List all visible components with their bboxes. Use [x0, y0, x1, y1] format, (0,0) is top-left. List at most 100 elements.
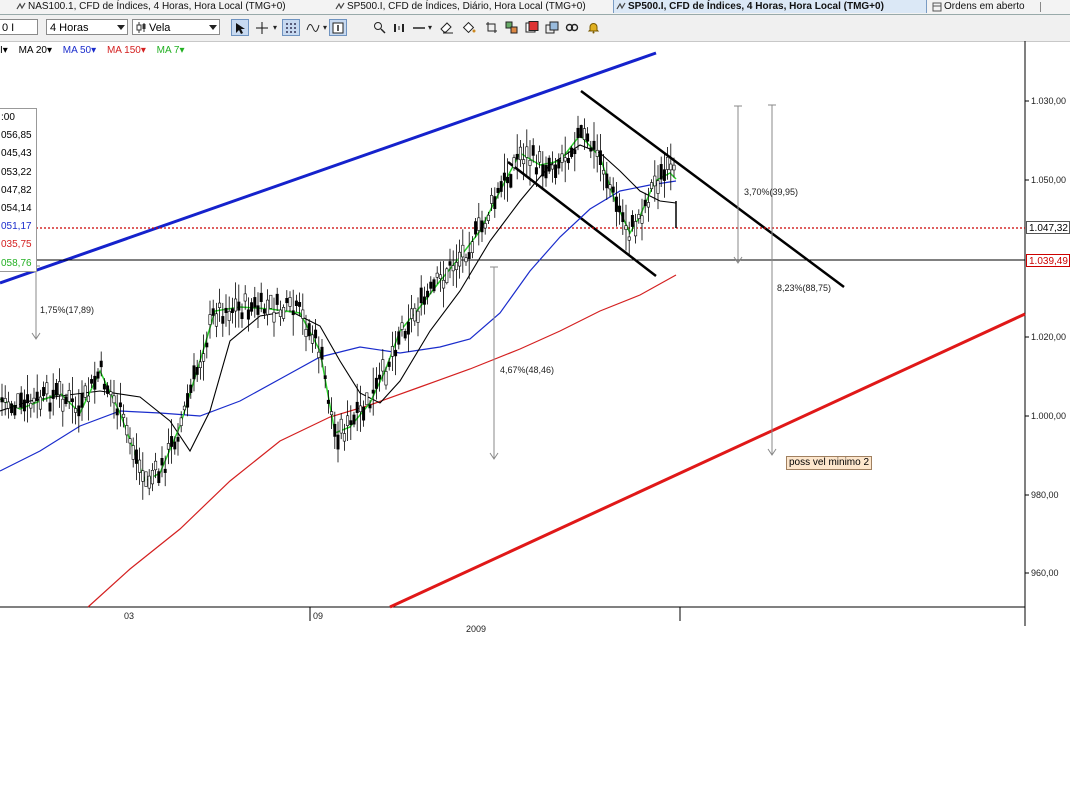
candle-body [29, 402, 33, 409]
zoom-in-button[interactable] [370, 19, 388, 36]
candle-body [198, 361, 202, 368]
data-window-row: 053,22 [1, 166, 32, 178]
pointer-tool-button[interactable] [231, 19, 249, 36]
shapes-icon [505, 21, 518, 34]
candle-body [291, 310, 295, 316]
candle-body [397, 331, 401, 345]
candle-body [310, 334, 314, 344]
candle-body [326, 399, 330, 404]
current-price-tag: 1.047,32 [1026, 221, 1070, 234]
tab-sp500-daily[interactable]: SP500.I, CFD de Índices, Diário, Hora Lo… [333, 0, 597, 13]
orders-icon [932, 2, 942, 12]
candle-body [195, 367, 199, 375]
bars-icon [393, 24, 404, 32]
symbol-select[interactable]: 0 I [0, 19, 38, 35]
candle-body [544, 165, 548, 179]
crop-tool-button[interactable] [482, 19, 500, 36]
crosshair-dropdown[interactable]: ▾ [270, 19, 280, 36]
candle-body [435, 272, 439, 278]
candle-body [93, 375, 97, 390]
objects-tool-button[interactable] [503, 19, 521, 36]
candle-body [298, 302, 302, 307]
candle-body [365, 392, 369, 406]
candle-body [502, 172, 506, 181]
candle-body [138, 459, 142, 473]
candle-body [483, 223, 487, 229]
candle-body [141, 470, 145, 482]
text-note[interactable]: poss vel minimo 2 [786, 456, 873, 470]
candle-body [186, 393, 190, 408]
candle-body [659, 164, 663, 180]
candle-body [413, 307, 417, 322]
candle-body [374, 377, 378, 389]
candle-body [250, 302, 254, 312]
info-box-icon [332, 22, 344, 34]
eraser-icon [440, 22, 453, 34]
period-separator-button[interactable] [390, 19, 408, 36]
candle-body [432, 279, 436, 292]
candle-body [426, 290, 430, 298]
candle-body [531, 145, 535, 156]
candle-body [506, 176, 510, 184]
timeframe-select[interactable]: 4 Horas [46, 19, 128, 35]
alert-tool-button[interactable] [584, 19, 602, 36]
candle-body [634, 221, 638, 237]
paint-tool-button[interactable] [460, 19, 478, 36]
candle-body [333, 423, 337, 437]
candle-body [438, 274, 442, 280]
data-window-row: 058,76 [1, 257, 32, 269]
price-chart[interactable]: 1.030,00 1.050,00 1.020,00 1.000,00 980,00 96… [0, 41, 1070, 641]
wave-indicator-icon [306, 24, 320, 32]
candle-body [640, 215, 644, 224]
red-trendline [389, 312, 1026, 609]
price-tick-label: 1.000,00 [1031, 411, 1066, 421]
measure-1-label: 1,75%(17,89) [40, 305, 94, 315]
chart-tab-icon [16, 2, 26, 10]
candle-body [259, 292, 263, 302]
candle-body [346, 415, 350, 426]
candle-body [77, 405, 81, 417]
candle-body [314, 329, 318, 339]
candle-body [349, 420, 353, 425]
chart-tab-icon [616, 2, 626, 10]
candle-body [474, 221, 478, 235]
candle-body [490, 195, 494, 204]
layers-tool-button[interactable] [543, 19, 561, 36]
candle-body [387, 361, 391, 367]
candle-body [464, 257, 468, 263]
candle-body [525, 146, 529, 158]
candle-body [22, 399, 26, 412]
crosshair-tool-button[interactable] [253, 19, 271, 36]
candle-body [330, 411, 334, 416]
candle-body [147, 475, 151, 489]
link-tool-button[interactable] [563, 19, 581, 36]
candle-body [6, 401, 10, 409]
candle-body [54, 382, 58, 396]
tab-sp500-4h[interactable]: SP500.I, CFD de Índices, 4 Horas, Hora L… [613, 0, 927, 13]
candle-body [90, 379, 94, 384]
chart-type-select[interactable]: Vela [132, 19, 220, 35]
candle-body [208, 314, 212, 325]
candle-body [189, 384, 193, 393]
eraser-tool-button[interactable] [438, 19, 456, 36]
grid-toggle-button[interactable] [282, 19, 300, 36]
tab-open-orders[interactable]: Ordens em aberto [930, 0, 1054, 13]
line-tool-dropdown[interactable]: ▾ [425, 19, 435, 36]
candle-body [416, 310, 420, 323]
chevron-down-icon [117, 25, 125, 30]
candle-body [400, 322, 404, 330]
candle-body [534, 167, 538, 175]
info-button[interactable] [329, 19, 347, 36]
year-label: 2009 [466, 624, 486, 634]
candle-body [470, 241, 474, 253]
candle-body [253, 297, 257, 308]
tab-nas100-4h[interactable]: NAS100.1, CFD de Índices, 4 Horas, Hora … [14, 0, 318, 13]
candle-body [122, 413, 126, 418]
candle-body [368, 404, 372, 409]
candle-body [493, 196, 497, 209]
templates-tool-button[interactable] [523, 19, 541, 36]
candle-body [13, 405, 17, 416]
candle-body [608, 184, 612, 190]
symbol-value: 0 I [2, 22, 15, 34]
candle-body [86, 395, 90, 403]
